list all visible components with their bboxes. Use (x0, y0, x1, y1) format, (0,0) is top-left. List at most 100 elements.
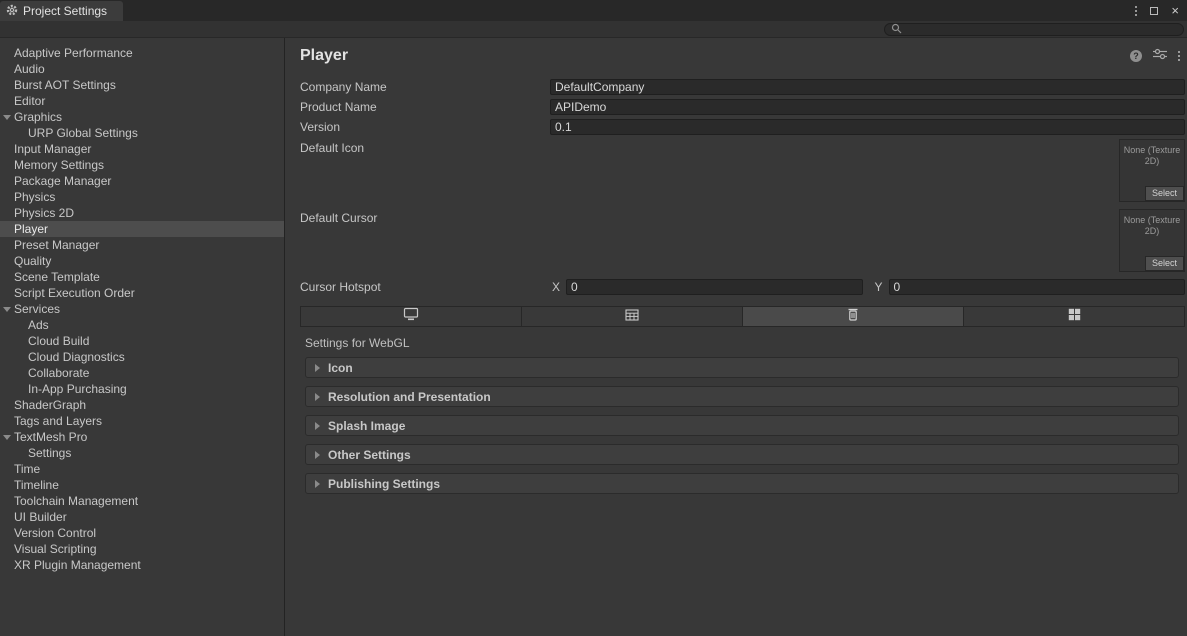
sidebar-item-visual-scripting[interactable]: Visual Scripting (0, 541, 284, 557)
sidebar-item-services[interactable]: Services (0, 301, 284, 317)
sidebar-item-adaptive-performance[interactable]: Adaptive Performance (0, 45, 284, 61)
sidebar-item-label: Toolchain Management (14, 494, 138, 508)
foldout-publishing-settings[interactable]: Publishing Settings (305, 473, 1179, 494)
sidebar-item-label: ShaderGraph (14, 398, 86, 412)
sidebar-item-label: Cloud Build (28, 334, 89, 348)
project-settings-tab[interactable]: Project Settings (0, 1, 123, 21)
sidebar-item-label: XR Plugin Management (14, 558, 141, 572)
sidebar-item-ads[interactable]: Ads (0, 317, 284, 333)
foldout-expanded-icon[interactable] (3, 115, 11, 120)
sidebar-item-label: Time (14, 462, 40, 476)
close-icon[interactable]: × (1171, 4, 1179, 17)
panel-header: Player ? (300, 46, 1185, 66)
window-controls: × (1135, 0, 1179, 21)
sidebar-item-settings[interactable]: Settings (0, 445, 284, 461)
sidebar-item-package-manager[interactable]: Package Manager (0, 173, 284, 189)
sidebar-item-preset-manager[interactable]: Preset Manager (0, 237, 284, 253)
page-title: Player (300, 47, 1130, 65)
window-menu-icon[interactable] (1135, 6, 1137, 16)
sidebar-item-physics[interactable]: Physics (0, 189, 284, 205)
sidebar-item-xr-plugin-management[interactable]: XR Plugin Management (0, 557, 284, 573)
sidebar-item-script-execution-order[interactable]: Script Execution Order (0, 285, 284, 301)
title-bar: Project Settings × (0, 0, 1187, 21)
sidebar-item-physics-2d[interactable]: Physics 2D (0, 205, 284, 221)
default-cursor-select-button[interactable]: Select (1145, 256, 1184, 271)
search-box[interactable] (884, 23, 1184, 36)
sidebar-item-in-app-purchasing[interactable]: In-App Purchasing (0, 381, 284, 397)
dashboard-icon (625, 308, 639, 326)
sidebar-item-timeline[interactable]: Timeline (0, 477, 284, 493)
foldout-splash-image[interactable]: Splash Image (305, 415, 1179, 436)
sidebar-item-urp-global-settings[interactable]: URP Global Settings (0, 125, 284, 141)
sidebar-item-label: Services (14, 302, 60, 316)
foldout-collapsed-icon (315, 480, 320, 488)
presets-icon[interactable] (1153, 47, 1167, 65)
foldout-label: Other Settings (328, 448, 411, 462)
sidebar-item-cloud-diagnostics[interactable]: Cloud Diagnostics (0, 349, 284, 365)
sidebar-item-label: In-App Purchasing (28, 382, 127, 396)
maximize-icon[interactable] (1150, 7, 1158, 15)
default-icon-row: Default Icon None (Texture 2D) Select (300, 139, 1185, 202)
sidebar-item-burst-aot-settings[interactable]: Burst AOT Settings (0, 77, 284, 93)
company-name-label: Company Name (300, 80, 550, 94)
platform-tab-windows-store[interactable] (964, 307, 1184, 326)
cursor-hotspot-row: Cursor Hotspot X Y (300, 279, 1185, 295)
foldout-label: Resolution and Presentation (328, 390, 491, 404)
sidebar-item-cloud-build[interactable]: Cloud Build (0, 333, 284, 349)
company-name-row: Company Name (300, 79, 1185, 95)
foldout-other-settings[interactable]: Other Settings (305, 444, 1179, 465)
foldout-expanded-icon[interactable] (3, 307, 11, 312)
sidebar-item-input-manager[interactable]: Input Manager (0, 141, 284, 157)
hotspot-y-input[interactable] (889, 279, 1185, 295)
sidebar-item-textmesh-pro[interactable]: TextMesh Pro (0, 429, 284, 445)
sidebar-item-version-control[interactable]: Version Control (0, 525, 284, 541)
sidebar-item-quality[interactable]: Quality (0, 253, 284, 269)
windows-store-icon (1068, 308, 1081, 326)
sidebar-item-editor[interactable]: Editor (0, 93, 284, 109)
more-options-icon[interactable] (1178, 51, 1180, 61)
foldout-collapsed-icon (315, 451, 320, 459)
search-icon (891, 21, 902, 39)
sidebar-item-toolchain-management[interactable]: Toolchain Management (0, 493, 284, 509)
toolbar (0, 21, 1187, 38)
platform-tab-standalone[interactable] (301, 307, 522, 326)
foldout-icon[interactable]: Icon (305, 357, 1179, 378)
company-name-input[interactable] (550, 79, 1185, 95)
sidebar-item-label: Script Execution Order (14, 286, 135, 300)
sidebar-item-time[interactable]: Time (0, 461, 284, 477)
sidebar-item-graphics[interactable]: Graphics (0, 109, 284, 125)
sidebar-item-tags-and-layers[interactable]: Tags and Layers (0, 413, 284, 429)
sidebar-item-shadergraph[interactable]: ShaderGraph (0, 397, 284, 413)
product-name-input[interactable] (550, 99, 1185, 115)
foldout-collapsed-icon (315, 393, 320, 401)
default-icon-select-button[interactable]: Select (1145, 186, 1184, 201)
sidebar-item-label: Timeline (14, 478, 59, 492)
platform-tab-dashboard[interactable] (522, 307, 743, 326)
sidebar-item-label: Memory Settings (14, 158, 104, 172)
default-icon-object-field[interactable]: None (Texture 2D) Select (1119, 139, 1185, 202)
player-settings-panel: Player ? Company Na (285, 38, 1187, 636)
sidebar-item-label: TextMesh Pro (14, 430, 87, 444)
sidebar-item-collaborate[interactable]: Collaborate (0, 365, 284, 381)
foldout-resolution-and-presentation[interactable]: Resolution and Presentation (305, 386, 1179, 407)
sidebar-item-player[interactable]: Player (0, 221, 284, 237)
sidebar-item-label: Player (14, 222, 48, 236)
project-settings-window: Project Settings × Adaptive PerformanceA… (0, 0, 1187, 636)
hotspot-x-input[interactable] (566, 279, 862, 295)
sidebar-item-memory-settings[interactable]: Memory Settings (0, 157, 284, 173)
sidebar-item-label: Tags and Layers (14, 414, 102, 428)
sidebar-item-ui-builder[interactable]: UI Builder (0, 509, 284, 525)
window-tab-title: Project Settings (23, 4, 107, 18)
help-icon[interactable]: ? (1130, 50, 1142, 62)
sidebar-item-scene-template[interactable]: Scene Template (0, 269, 284, 285)
webgl-icon (847, 307, 859, 326)
sidebar-item-audio[interactable]: Audio (0, 61, 284, 77)
platform-tab-webgl[interactable] (743, 307, 964, 326)
foldout-sections: Icon Resolution and Presentation Splash Im… (300, 357, 1185, 494)
version-input[interactable] (550, 119, 1185, 135)
default-cursor-object-field[interactable]: None (Texture 2D) Select (1119, 209, 1185, 272)
foldout-label: Splash Image (328, 419, 405, 433)
foldout-label: Icon (328, 361, 353, 375)
foldout-expanded-icon[interactable] (3, 435, 11, 440)
search-input[interactable] (906, 24, 1177, 35)
